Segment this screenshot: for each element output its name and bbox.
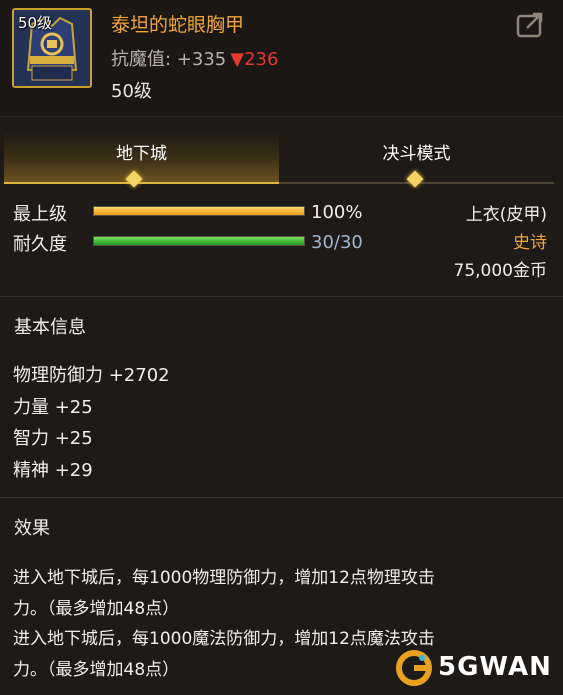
required-level: 50级 (111, 81, 152, 102)
durability-value: 30/30 (311, 232, 363, 253)
grade-bar (93, 206, 305, 216)
tab-dungeon[interactable]: 地下城 (4, 128, 279, 184)
5gwan-logo-icon (396, 650, 432, 686)
effect-line: 进入地下城后，每1000魔法防御力，增加12点魔法攻击 (13, 629, 435, 649)
grade-label: 最上级 (13, 204, 67, 225)
item-rarity: 史诗 (513, 233, 547, 253)
durability-label: 耐久度 (13, 234, 67, 255)
item-level-badge: 50级 (18, 14, 53, 32)
durability-bar-fill (94, 237, 304, 245)
magic-resist-diff: ▼236 (230, 49, 279, 70)
divider (0, 296, 563, 297)
basic-info-title: 基本信息 (14, 317, 86, 338)
grade-bar-fill (94, 207, 304, 215)
item-name: 泰坦的蛇眼胸甲 (111, 14, 245, 36)
item-header: 50级 泰坦的蛇眼胸甲 抗魔值: +335 ▼236 50级 (0, 0, 563, 117)
share-button[interactable] (515, 10, 547, 40)
item-slot: 上衣(皮甲) (465, 205, 547, 225)
watermark-text: 5GWAN (438, 652, 552, 682)
effect-line: 力。（最多增加48点） (13, 660, 180, 680)
item-price: 75,000金币 (453, 261, 547, 281)
attribute-strength: 力量 +25 (13, 397, 93, 418)
attribute-intelligence: 智力 +25 (13, 428, 93, 449)
grade-value: 100% (311, 202, 363, 223)
watermark: 5GWAN (394, 648, 554, 688)
divider (0, 497, 563, 498)
magic-resist-row: 抗魔值: +335 ▼236 (111, 45, 278, 71)
magic-resist-value: 抗魔值: +335 (111, 49, 227, 70)
mode-tabs: 地下城 决斗模式 (0, 128, 563, 184)
chest-armor-icon: 50级 (12, 8, 92, 88)
effect-title: 效果 (14, 518, 50, 539)
effect-line: 进入地下城后，每1000物理防御力，增加12点物理攻击 (13, 568, 435, 588)
attribute-physical-defense: 物理防御力 +2702 (13, 365, 170, 386)
durability-bar (93, 236, 305, 246)
attribute-spirit: 精神 +29 (13, 460, 93, 481)
effect-line: 力。（最多增加48点） (13, 599, 180, 619)
share-icon (516, 12, 543, 38)
